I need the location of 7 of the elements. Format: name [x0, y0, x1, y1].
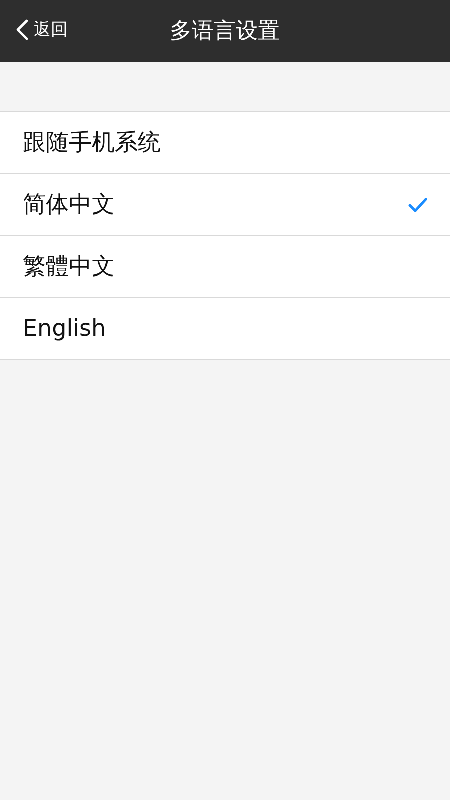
- page-title: 多语言设置: [170, 18, 280, 46]
- back-button[interactable]: 返回: [16, 18, 68, 41]
- language-option[interactable]: English: [0, 298, 450, 360]
- back-chevron-icon: [16, 18, 29, 40]
- language-option[interactable]: 跟随手机系统: [0, 112, 450, 174]
- language-option[interactable]: 繁體中文: [0, 236, 450, 298]
- language-option[interactable]: 简体中文: [0, 174, 450, 236]
